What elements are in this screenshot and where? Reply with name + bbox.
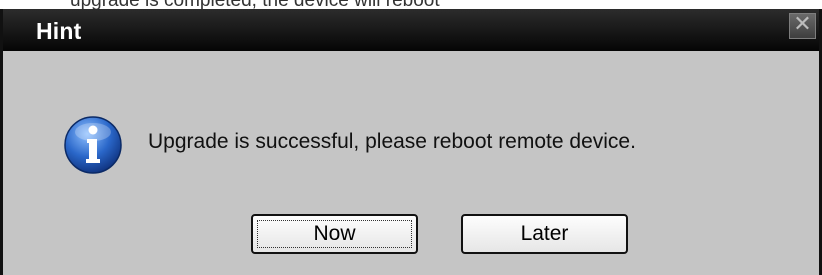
cropped-caption-text: upgrade is completed, the device will re… — [0, 0, 822, 9]
close-icon: ✕ — [793, 12, 812, 37]
hint-dialog: Hint ✕ Upgrade is successful, please reb… — [0, 9, 822, 275]
dialog-message: Upgrade is successful, please reboot rem… — [148, 130, 636, 153]
later-button-label: Later — [520, 222, 569, 245]
now-button-label: Now — [313, 222, 356, 245]
close-button[interactable]: ✕ — [789, 13, 816, 39]
later-button[interactable]: Later — [461, 214, 628, 254]
dialog-body: Upgrade is successful, please reboot rem… — [3, 51, 819, 275]
caption-fragment-text: upgrade is completed, the device will re… — [70, 0, 440, 9]
title-bar[interactable]: Hint ✕ — [3, 9, 819, 51]
dialog-title: Hint — [36, 18, 82, 44]
info-icon — [64, 116, 122, 174]
now-button[interactable]: Now — [251, 214, 418, 254]
